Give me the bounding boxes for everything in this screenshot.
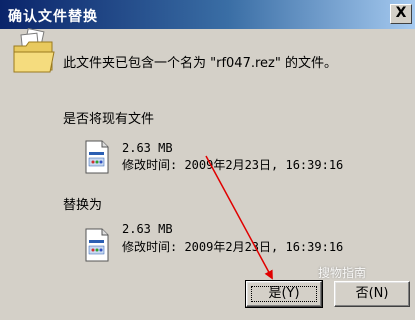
document-icon: [85, 228, 109, 262]
keep-existing-label: 是否将现有文件: [63, 112, 155, 127]
no-button[interactable]: 否(N): [334, 281, 410, 307]
new-file-modified: 修改时间: 2009年2月23日, 16:39:16: [122, 240, 344, 254]
window-title: 确认文件替换: [8, 9, 98, 25]
close-button[interactable]: X: [390, 4, 412, 24]
focus-ring: [251, 286, 317, 302]
existing-file-modified: 修改时间: 2009年2月23日, 16:39:16: [122, 158, 344, 172]
document-icon: [85, 140, 109, 174]
existing-file-size: 2.63 MB: [122, 141, 173, 155]
confirm-message: 此文件夹已包含一个名为 "rf047.rez" 的文件。: [63, 56, 337, 71]
new-file-size: 2.63 MB: [122, 222, 173, 236]
yes-button[interactable]: 是(Y): [245, 280, 323, 308]
folder-with-documents-icon: [13, 28, 55, 73]
title-bar: 确认文件替换 X: [0, 0, 415, 29]
no-button-label: 否(N): [355, 286, 389, 301]
replace-with-label: 替换为: [63, 198, 103, 213]
watermark-text: 搜物指南: [318, 266, 367, 280]
